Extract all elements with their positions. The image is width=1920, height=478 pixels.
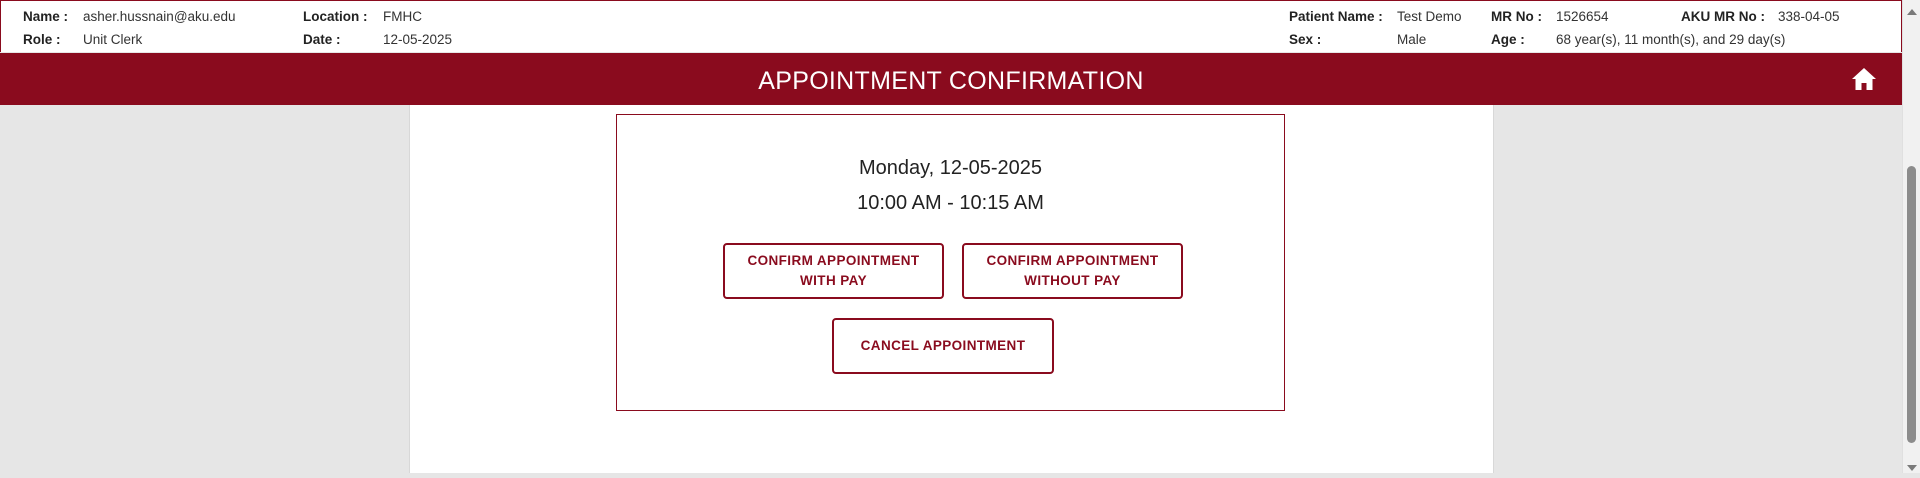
confirm-without-pay-label-line1: CONFIRM APPOINTMENT: [986, 253, 1159, 268]
confirm-without-pay-button[interactable]: CONFIRM APPOINTMENT WITHOUT PAY: [962, 243, 1183, 299]
scroll-up-arrow-icon[interactable]: [1906, 4, 1918, 15]
age-label: Age :: [1491, 32, 1525, 47]
aku-mr-no-value: 338-04-05: [1778, 9, 1840, 24]
sex-value: Male: [1397, 32, 1427, 47]
scroll-down-arrow-icon[interactable]: [1906, 460, 1918, 471]
user-name-value: asher.hussnain@aku.edu: [83, 9, 236, 24]
date-value: 12-05-2025: [383, 32, 453, 47]
mr-no-label: MR No :: [1491, 9, 1542, 24]
page-title: APPOINTMENT CONFIRMATION: [758, 67, 1144, 95]
content-panel: Monday, 12-05-2025 10:00 AM - 10:15 AM C…: [409, 105, 1494, 473]
cancel-appointment-label: CANCEL APPOINTMENT: [860, 338, 1026, 353]
cancel-appointment-button[interactable]: CANCEL APPOINTMENT: [832, 318, 1054, 374]
user-patient-info-bar: Name : asher.hussnain@aku.edu Role : Uni…: [0, 0, 1902, 52]
date-label: Date :: [303, 32, 341, 47]
home-icon[interactable]: [1850, 66, 1878, 92]
patient-name-label: Patient Name :: [1289, 9, 1383, 24]
vertical-scrollbar[interactable]: [1902, 0, 1920, 473]
page-header: APPOINTMENT CONFIRMATION: [0, 53, 1902, 105]
role-value: Unit Clerk: [83, 32, 143, 47]
appointment-time: 10:00 AM - 10:15 AM: [857, 192, 1044, 214]
confirm-with-pay-label-line1: CONFIRM APPOINTMENT: [747, 253, 920, 268]
appointment-card: Monday, 12-05-2025 10:00 AM - 10:15 AM C…: [616, 114, 1285, 411]
user-name-label: Name :: [23, 9, 69, 24]
role-label: Role :: [23, 32, 61, 47]
confirm-with-pay-button[interactable]: CONFIRM APPOINTMENT WITH PAY: [723, 243, 944, 299]
patient-name-value: Test Demo: [1397, 9, 1462, 24]
scrollbar-thumb[interactable]: [1907, 166, 1916, 443]
location-value: FMHC: [383, 9, 422, 24]
confirm-without-pay-label-line2: WITHOUT PAY: [1024, 273, 1121, 288]
mr-no-value: 1526654: [1556, 9, 1609, 24]
aku-mr-no-label: AKU MR No :: [1681, 9, 1765, 24]
confirm-with-pay-label-line2: WITH PAY: [800, 273, 867, 288]
appointment-date: Monday, 12-05-2025: [858, 157, 1043, 179]
sex-label: Sex :: [1289, 32, 1322, 47]
age-value: 68 year(s), 11 month(s), and 29 day(s): [1556, 32, 1786, 47]
location-label: Location :: [303, 9, 368, 24]
